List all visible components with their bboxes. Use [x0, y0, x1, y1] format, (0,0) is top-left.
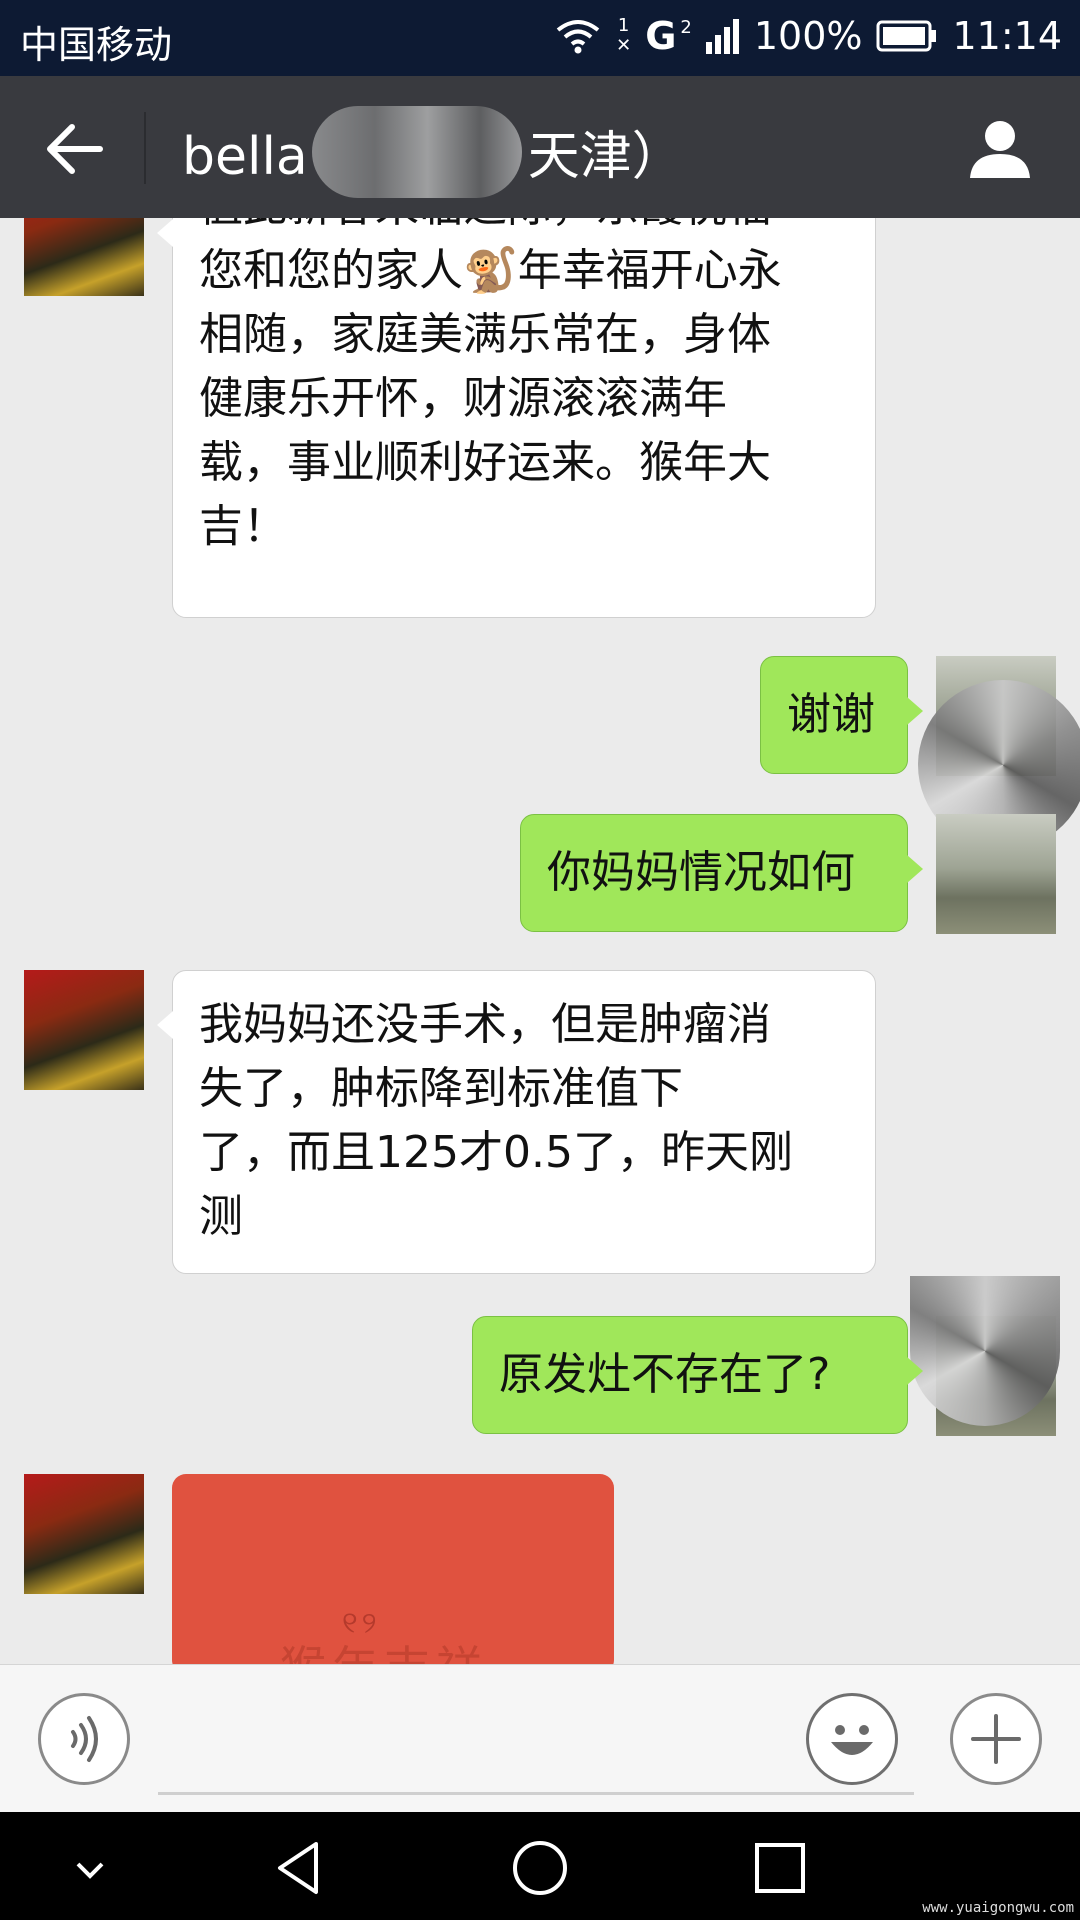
message-bubble-incoming[interactable]: 我妈妈还没手术，但是肿瘤消 失了，肿标降到标准值下 了，而且125才0.5了，昨…	[157, 970, 876, 1274]
arrow-left-icon	[47, 124, 103, 174]
triangle-back-icon	[278, 1842, 318, 1894]
sim1-icon: 1 ✕	[616, 15, 632, 56]
message-bubble-incoming[interactable]: 值此新春来临之际，东霞祝福 您和您的家人🐒年幸福开心永 相随，家庭美满乐常在，身…	[157, 218, 876, 618]
message-bubble-outgoing[interactable]: 你妈妈情况如何	[520, 814, 923, 932]
message-text: 谢谢	[787, 689, 875, 740]
message-input[interactable]	[158, 1705, 914, 1795]
message-bubble-outgoing[interactable]: 原发灶不存在了?	[472, 1316, 923, 1434]
contact-avatar[interactable]	[24, 218, 144, 296]
message-text: 值此新春来临之际，东霞祝福 您和您的家人🐒年幸福开心永 相随，家庭美满乐常在，身…	[199, 218, 782, 552]
back-button[interactable]	[40, 114, 110, 184]
input-bar	[0, 1664, 1080, 1812]
person-icon	[970, 121, 1030, 178]
message-text: 你妈妈情况如何	[547, 847, 855, 898]
contact-avatar[interactable]	[24, 970, 144, 1090]
voice-button[interactable]	[38, 1693, 130, 1785]
sim1-label: 1	[617, 15, 630, 36]
contact-info-button[interactable]	[964, 112, 1036, 184]
nav-home-button[interactable]	[510, 1838, 570, 1898]
avatar-redaction	[910, 1276, 1060, 1426]
clock: 11:14	[952, 14, 1062, 58]
chevron-down-icon	[76, 1862, 104, 1879]
red-packet-label: 猴年吉祥	[280, 1632, 488, 1664]
system-nav-bar: www.yuaigongwu.com	[0, 1812, 1080, 1920]
battery-percent: 100%	[753, 14, 863, 58]
message-text: 原发灶不存在了?	[499, 1349, 831, 1400]
message-text: 我妈妈还没手术，但是肿瘤消 失了，肿标降到标准值下 了，而且125才0.5了，昨…	[199, 999, 793, 1242]
nav-recent-button[interactable]	[750, 1838, 810, 1898]
voice-icon	[71, 1716, 98, 1762]
smiley-icon	[831, 1725, 873, 1755]
nav-hide-button[interactable]	[60, 1838, 120, 1898]
sim2-label: 2	[680, 16, 692, 38]
message-list[interactable]: 值此新春来临之际，东霞祝福 您和您的家人🐒年幸福开心永 相随，家庭美满乐常在，身…	[0, 218, 1080, 1664]
title-redaction	[312, 106, 522, 198]
user-avatar[interactable]	[936, 814, 1056, 934]
chat-title-location: 天津）	[527, 127, 684, 187]
signal-icon	[705, 19, 739, 54]
watermark: www.yuaigongwu.com	[922, 1900, 1074, 1916]
chat-title-name: bella	[182, 127, 308, 187]
status-icons: 1 ✕ G 2 100% 11:14	[554, 14, 1062, 58]
circle-home-icon	[513, 1841, 567, 1895]
chat-header: bella 天津）	[0, 76, 1080, 218]
nav-back-button[interactable]	[270, 1838, 330, 1898]
carrier-label: 中国移动	[20, 23, 173, 67]
plus-icon	[971, 1714, 1021, 1764]
status-bar: 中国移动 1 ✕ G 2 100% 11:14	[0, 0, 1080, 76]
wifi-icon	[556, 20, 600, 54]
emoji-button[interactable]	[806, 1693, 898, 1785]
battery-icon	[876, 20, 937, 52]
red-packet-message[interactable]: ୧୨ 猴年吉祥	[172, 1474, 614, 1664]
header-divider	[144, 112, 146, 184]
square-recent-icon	[755, 1843, 805, 1893]
message-bubble-outgoing[interactable]: 谢谢	[760, 656, 923, 774]
contact-avatar[interactable]	[24, 1474, 144, 1594]
plus-button[interactable]	[950, 1693, 1042, 1785]
network-type-label: G	[645, 14, 677, 58]
